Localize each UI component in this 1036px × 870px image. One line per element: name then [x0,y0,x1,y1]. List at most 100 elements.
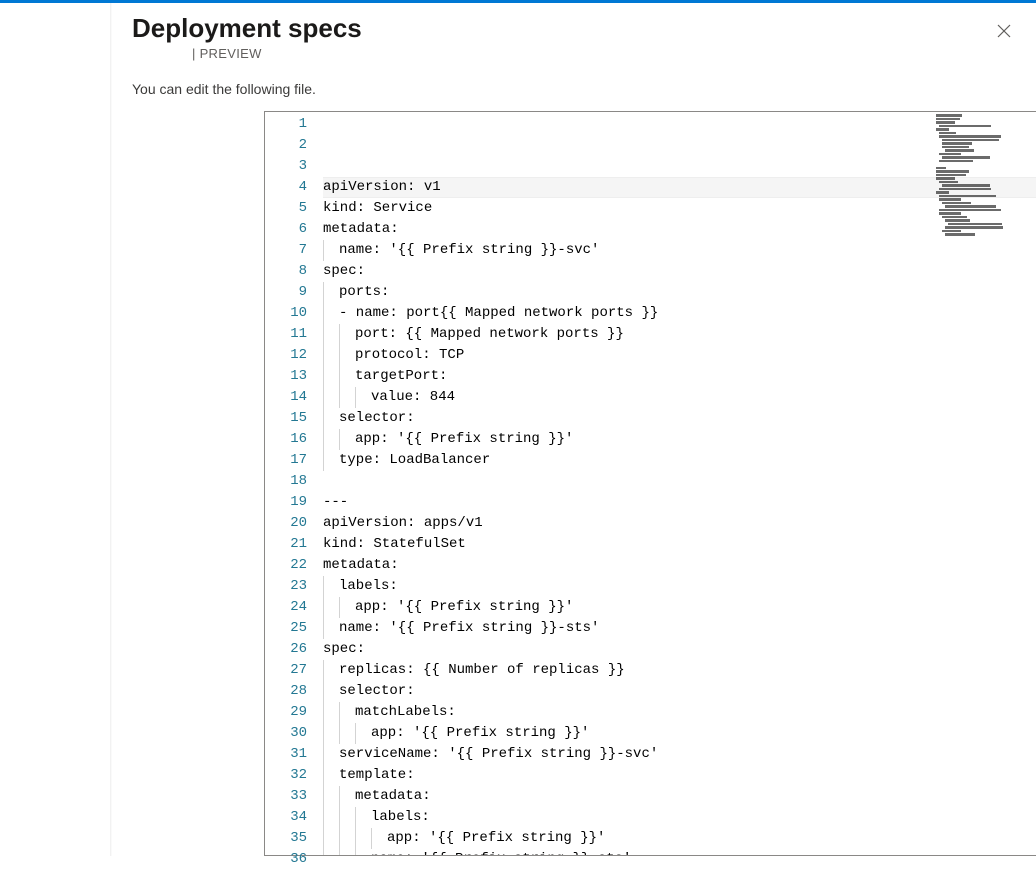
code-line[interactable]: selector: [323,408,1036,429]
code-text: type: LoadBalancer [339,450,490,471]
code-line[interactable]: port: {{ Mapped network ports }} [323,324,1036,345]
line-number: 22 [265,555,307,576]
code-line[interactable]: targetPort: [323,366,1036,387]
code-line[interactable]: --- [323,492,1036,513]
code-line[interactable]: replicas: {{ Number of replicas }} [323,660,1036,681]
code-text: name: '{{ Prefix string }}-sts' [371,849,631,855]
code-line[interactable]: metadata: [323,555,1036,576]
code-line[interactable]: ports: [323,282,1036,303]
code-line[interactable]: matchLabels: [323,702,1036,723]
line-number: 8 [265,261,307,282]
code-text: metadata: [355,786,431,807]
code-text: selector: [339,681,415,702]
code-text: --- [323,492,348,513]
code-line[interactable]: metadata: [323,786,1036,807]
line-number: 13 [265,366,307,387]
code-line[interactable]: labels: [323,576,1036,597]
code-line[interactable]: app: '{{ Prefix string }}' [323,429,1036,450]
code-text: matchLabels: [355,702,456,723]
code-line[interactable]: - name: port{{ Mapped network ports }} [323,303,1036,324]
line-number: 23 [265,576,307,597]
code-line[interactable]: protocol: TCP [323,345,1036,366]
line-number: 9 [265,282,307,303]
line-number: 1 [265,114,307,135]
code-text: app: '{{ Prefix string }}' [371,723,589,744]
line-number: 30 [265,723,307,744]
line-number: 35 [265,828,307,849]
code-text: app: '{{ Prefix string }}' [355,597,573,618]
code-text: app: '{{ Prefix string }}' [355,429,573,450]
code-text: apiVersion: v1 [323,177,441,198]
code-line[interactable]: spec: [323,261,1036,282]
code-text: protocol: TCP [355,345,464,366]
code-line[interactable]: apiVersion: v1 [323,177,1036,198]
code-text: replicas: {{ Number of replicas }} [339,660,625,681]
line-number: 5 [265,198,307,219]
line-number: 19 [265,492,307,513]
line-number: 6 [265,219,307,240]
code-text: kind: Service [323,198,432,219]
code-text: labels: [371,807,430,828]
code-line[interactable]: serviceName: '{{ Prefix string }}-svc' [323,744,1036,765]
panel-header: Deployment specs | PREVIEW [112,3,1036,61]
panel-title: Deployment specs [132,13,1016,44]
line-number: 11 [265,324,307,345]
code-editor[interactable]: 1234567891011121314151617181920212223242… [264,111,1036,856]
code-line[interactable]: template: [323,765,1036,786]
code-line[interactable]: kind: StatefulSet [323,534,1036,555]
code-text: port: {{ Mapped network ports }} [355,324,624,345]
code-text: template: [339,765,415,786]
code-line[interactable]: selector: [323,681,1036,702]
code-text: serviceName: '{{ Prefix string }}-svc' [339,744,658,765]
line-number: 14 [265,387,307,408]
line-number: 26 [265,639,307,660]
code-text: name: '{{ Prefix string }}-sts' [339,618,599,639]
code-text: name: '{{ Prefix string }}-svc' [339,240,599,261]
line-number: 2 [265,135,307,156]
line-number-gutter: 1234567891011121314151617181920212223242… [265,112,323,855]
code-line[interactable]: name: '{{ Prefix string }}-sts' [323,618,1036,639]
line-number: 4 [265,177,307,198]
line-number: 24 [265,597,307,618]
code-line[interactable]: metadata: [323,219,1036,240]
close-button[interactable] [990,17,1018,45]
code-text: app: '{{ Prefix string }}' [387,828,605,849]
editor-inner: 1234567891011121314151617181920212223242… [265,112,1036,855]
code-text: targetPort: [355,366,447,387]
deployment-specs-panel: Deployment specs | PREVIEW You can edit … [112,3,1036,856]
line-number: 29 [265,702,307,723]
code-text: ports: [339,282,389,303]
code-line[interactable]: name: '{{ Prefix string }}-sts' [323,849,1036,855]
code-text: metadata: [323,555,399,576]
code-line[interactable]: name: '{{ Prefix string }}-svc' [323,240,1036,261]
line-number: 32 [265,765,307,786]
code-line[interactable]: value: 844 [323,387,1036,408]
panel-description: You can edit the following file. [132,81,1016,97]
line-number: 12 [265,345,307,366]
code-line[interactable]: type: LoadBalancer [323,450,1036,471]
line-number: 15 [265,408,307,429]
line-number: 28 [265,681,307,702]
code-line[interactable]: kind: Service [323,198,1036,219]
line-number: 17 [265,450,307,471]
code-text: metadata: [323,219,399,240]
line-number: 27 [265,660,307,681]
code-text: kind: StatefulSet [323,534,466,555]
line-number: 20 [265,513,307,534]
line-number: 18 [265,471,307,492]
code-text: spec: [323,261,365,282]
line-number: 31 [265,744,307,765]
line-number: 16 [265,429,307,450]
code-line[interactable]: labels: [323,807,1036,828]
code-line[interactable] [323,471,1036,492]
panel-subtitle: | PREVIEW [192,46,1016,61]
line-number: 21 [265,534,307,555]
line-number: 25 [265,618,307,639]
code-line[interactable]: apiVersion: apps/v1 [323,513,1036,534]
code-line[interactable]: app: '{{ Prefix string }}' [323,828,1036,849]
line-number: 10 [265,303,307,324]
code-line[interactable]: app: '{{ Prefix string }}' [323,597,1036,618]
code-content[interactable]: apiVersion: v1kind: Servicemetadata:name… [323,112,1036,855]
code-line[interactable]: app: '{{ Prefix string }}' [323,723,1036,744]
code-line[interactable]: spec: [323,639,1036,660]
